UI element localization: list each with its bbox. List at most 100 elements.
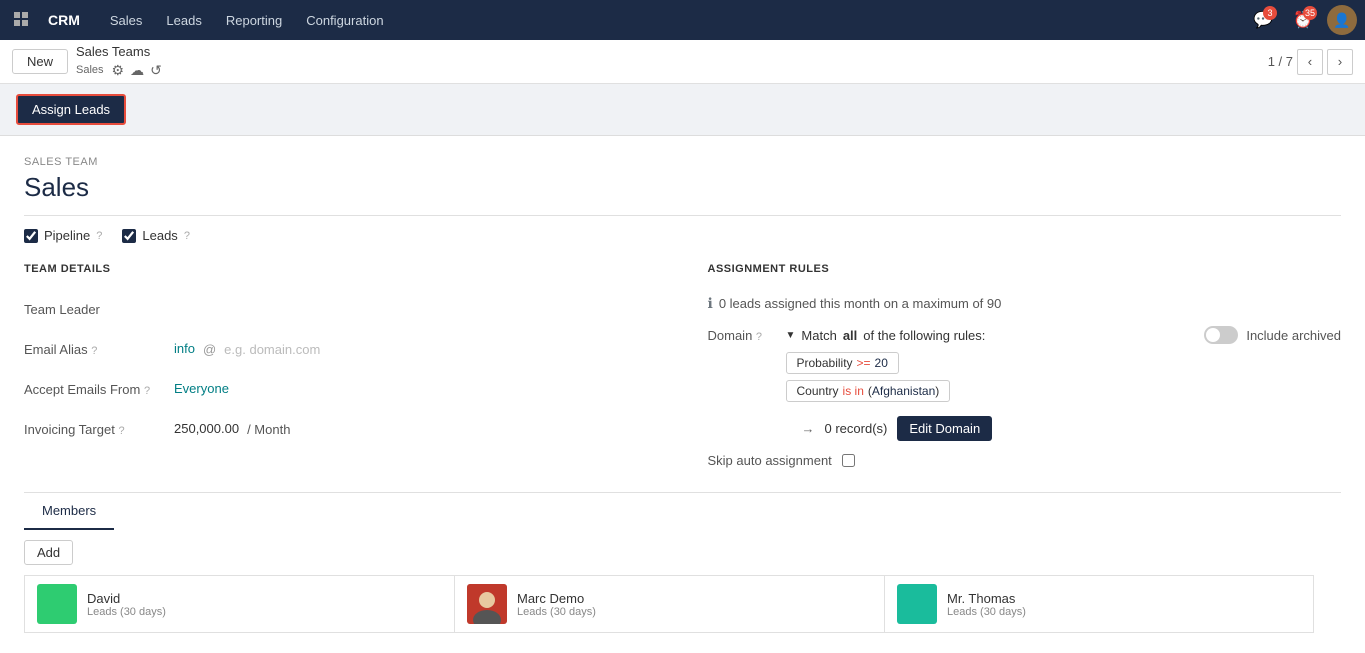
records-count: 0 record(s) bbox=[825, 421, 888, 436]
member-card-0: David Leads (30 days) bbox=[24, 575, 454, 633]
member-name-1: Marc Demo bbox=[517, 591, 872, 606]
member-name-2: Mr. Thomas bbox=[947, 591, 1301, 606]
email-alias-row: Email Alias ? info @ e.g. domain.com bbox=[24, 335, 668, 363]
edit-domain-button[interactable]: Edit Domain bbox=[897, 416, 992, 441]
breadcrumb-title: Sales Teams bbox=[76, 44, 162, 61]
team-leader-row: Team Leader bbox=[24, 295, 668, 323]
members-grid: David Leads (30 days) Marc Demo Leads (3… bbox=[24, 575, 1341, 633]
top-nav: CRM Sales Leads Reporting Configuration … bbox=[0, 0, 1365, 40]
include-archived-toggle: Include archived bbox=[1204, 326, 1341, 344]
toolbar: New Sales Teams Sales ⚙ ☁ ↺ 1 / 7 ‹ › bbox=[0, 40, 1365, 84]
checkboxes-row: Pipeline ? Leads ? bbox=[24, 228, 1341, 243]
member-name-0: David bbox=[87, 591, 442, 606]
assignment-rules: ASSIGNMENT RULES ℹ 0 leads assigned this… bbox=[698, 263, 1342, 468]
app-name[interactable]: CRM bbox=[40, 8, 88, 32]
match-prefix: Match bbox=[801, 328, 836, 343]
rule1-operator: >= bbox=[857, 356, 871, 370]
grid-icon[interactable] bbox=[8, 6, 36, 34]
domain-match-row: ▼ Match all of the following rules: Incl… bbox=[786, 326, 1342, 344]
include-archived-label: Include archived bbox=[1246, 328, 1341, 343]
add-button[interactable]: Add bbox=[24, 540, 73, 565]
cloud-icon[interactable]: ☁ bbox=[130, 61, 144, 79]
domain-help-icon[interactable]: ? bbox=[756, 331, 762, 343]
skip-auto-assignment-row: Skip auto assignment bbox=[708, 453, 1342, 468]
nav-reporting[interactable]: Reporting bbox=[216, 7, 292, 34]
invoicing-target-unit: / Month bbox=[247, 422, 290, 437]
info-icon: ℹ bbox=[708, 295, 713, 312]
accept-emails-label: Accept Emails From ? bbox=[24, 382, 174, 397]
email-alias-value[interactable]: info bbox=[174, 341, 195, 357]
member-card-1: Marc Demo Leads (30 days) bbox=[454, 575, 884, 633]
rule1-field: Probability bbox=[797, 356, 853, 370]
team-leader-value[interactable] bbox=[174, 309, 668, 310]
match-suffix: of the following rules: bbox=[863, 328, 985, 343]
accept-emails-value[interactable]: Everyone bbox=[174, 381, 668, 397]
next-page-button[interactable]: › bbox=[1327, 49, 1353, 75]
user-avatar[interactable]: 👤 bbox=[1327, 5, 1357, 35]
messages-badge: 3 bbox=[1263, 6, 1277, 20]
email-alias-help-icon[interactable]: ? bbox=[91, 345, 97, 357]
nav-sales[interactable]: Sales bbox=[100, 7, 153, 34]
member-info-2: Mr. Thomas Leads (30 days) bbox=[947, 591, 1301, 618]
pipeline-checkbox-label[interactable]: Pipeline ? bbox=[24, 228, 102, 243]
at-sign: @ bbox=[203, 342, 216, 357]
right-column: ASSIGNMENT RULES ℹ 0 leads assigned this… bbox=[698, 263, 1342, 468]
rule1-badge: Probability >= 20 bbox=[786, 352, 899, 374]
domain-content: ▼ Match all of the following rules: Incl… bbox=[786, 326, 1342, 441]
prev-page-button[interactable]: ‹ bbox=[1297, 49, 1323, 75]
tab-members[interactable]: Members bbox=[24, 493, 114, 530]
domain-label: Domain ? bbox=[708, 326, 778, 343]
clock-icon[interactable]: ⏰ 35 bbox=[1287, 4, 1319, 36]
leads-checkbox-label[interactable]: Leads ? bbox=[122, 228, 190, 243]
settings-icon[interactable]: ⚙ bbox=[112, 61, 125, 79]
rule2-badge: Country is in ( Afghanistan ) bbox=[786, 380, 951, 402]
member-avatar-0 bbox=[37, 584, 77, 624]
invoicing-target-label: Invoicing Target ? bbox=[24, 422, 174, 437]
pagination: 1 / 7 ‹ › bbox=[1268, 49, 1353, 75]
assign-leads-button[interactable]: Assign Leads bbox=[16, 94, 126, 125]
dropdown-arrow-icon[interactable]: ▼ bbox=[786, 330, 796, 341]
page-title: Sales bbox=[24, 172, 1341, 216]
leads-assigned-info: 0 leads assigned this month on a maximum… bbox=[719, 296, 1002, 311]
main-content: Sales Team Sales Pipeline ? Leads ? TEAM… bbox=[0, 136, 1365, 653]
pipeline-checkbox[interactable] bbox=[24, 229, 38, 243]
breadcrumb-sub-label: Sales bbox=[76, 63, 104, 77]
rule2-value: Afghanistan bbox=[872, 384, 935, 398]
member-avatar-1 bbox=[467, 584, 507, 624]
breadcrumb: Sales Teams Sales ⚙ ☁ ↺ bbox=[76, 44, 162, 79]
match-all[interactable]: all bbox=[843, 328, 857, 343]
leads-help-icon[interactable]: ? bbox=[184, 230, 190, 242]
member-leads-2: Leads (30 days) bbox=[947, 606, 1301, 618]
new-button[interactable]: New bbox=[12, 49, 68, 74]
rule2-operator: is in bbox=[843, 384, 864, 398]
two-column-layout: TEAM DETAILS Team Leader Email Alias ? i… bbox=[24, 263, 1341, 468]
member-card-2: Mr. Thomas Leads (30 days) bbox=[884, 575, 1314, 633]
records-arrow-icon: → bbox=[802, 421, 815, 436]
undo-icon[interactable]: ↺ bbox=[150, 61, 162, 79]
skip-auto-assignment-checkbox[interactable] bbox=[842, 454, 855, 467]
accept-emails-help-icon[interactable]: ? bbox=[144, 385, 150, 397]
tab-area: Members Add David Leads (30 days) bbox=[24, 492, 1341, 633]
team-leader-label: Team Leader bbox=[24, 302, 174, 317]
nav-leads[interactable]: Leads bbox=[156, 7, 211, 34]
include-archived-switch[interactable] bbox=[1204, 326, 1238, 344]
tabs-header: Members bbox=[24, 493, 1341, 530]
section-label: Sales Team bbox=[24, 156, 1341, 168]
invoicing-target-help-icon[interactable]: ? bbox=[118, 425, 124, 437]
rule1-value: 20 bbox=[875, 356, 888, 370]
pipeline-help-icon[interactable]: ? bbox=[96, 230, 102, 242]
domain-placeholder[interactable]: e.g. domain.com bbox=[224, 342, 320, 357]
leads-checkbox[interactable] bbox=[122, 229, 136, 243]
member-leads-1: Leads (30 days) bbox=[517, 606, 872, 618]
invoicing-target-row: Invoicing Target ? 250,000.00 / Month bbox=[24, 415, 668, 443]
team-details-header: TEAM DETAILS bbox=[24, 263, 668, 279]
email-alias-label: Email Alias ? bbox=[24, 342, 174, 357]
leads-assigned-info-row: ℹ 0 leads assigned this month on a maxim… bbox=[708, 295, 1342, 312]
nav-configuration[interactable]: Configuration bbox=[296, 7, 393, 34]
assignment-rules-header: ASSIGNMENT RULES bbox=[708, 263, 1342, 279]
messages-icon[interactable]: 💬 3 bbox=[1247, 4, 1279, 36]
invoicing-target-value[interactable]: 250,000.00 bbox=[174, 421, 239, 437]
member-leads-0: Leads (30 days) bbox=[87, 606, 442, 618]
action-bar: Assign Leads bbox=[0, 84, 1365, 136]
rule2-value-close: ) bbox=[935, 384, 939, 398]
